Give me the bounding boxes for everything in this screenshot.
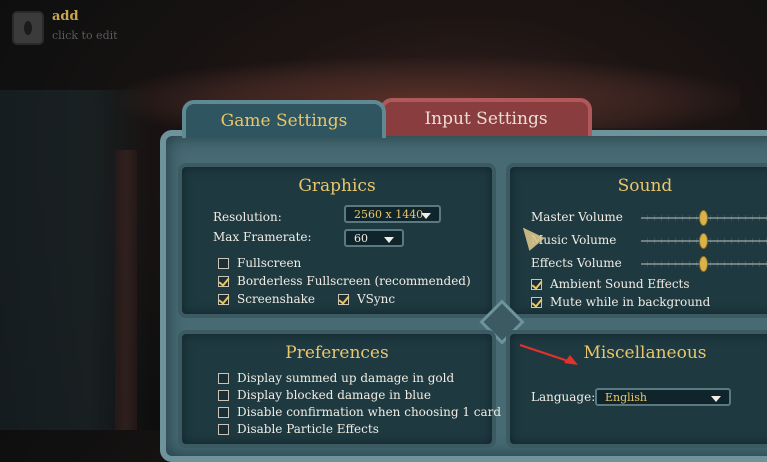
add-widget-button[interactable] [12, 11, 44, 45]
effects-volume-knob[interactable] [699, 256, 708, 272]
blocked-damage-label: Display blocked damage in blue [237, 388, 431, 402]
gem-icon [24, 21, 32, 35]
borderless-label: Borderless Fullscreen (recommended) [237, 274, 471, 288]
vsync-checkbox[interactable] [338, 294, 349, 305]
fullscreen-checkbox[interactable] [218, 258, 229, 269]
framerate-label: Max Framerate: [213, 230, 312, 244]
disable-confirm-checkbox[interactable] [218, 407, 229, 418]
mute-background-label: Mute while in background [550, 295, 711, 309]
borderless-checkbox[interactable] [218, 276, 229, 287]
chevron-down-icon [384, 237, 394, 243]
section-title-sound: Sound [617, 176, 673, 196]
tab-game-settings[interactable]: Game Settings [182, 100, 386, 138]
background-trunk [115, 150, 137, 430]
chevron-down-icon [421, 213, 431, 219]
language-dropdown[interactable]: English [595, 388, 731, 406]
resolution-label: Resolution: [213, 210, 282, 224]
chevron-down-icon [711, 396, 721, 402]
framerate-dropdown[interactable]: 60 [344, 229, 404, 247]
disable-confirm-label: Disable confirmation when choosing 1 car… [237, 405, 502, 419]
section-title-preferences: Preferences [285, 343, 389, 363]
ambient-sound-checkbox[interactable] [531, 279, 542, 290]
summed-damage-label: Display summed up damage in gold [237, 371, 455, 385]
ambient-sound-label: Ambient Sound Effects [550, 277, 690, 291]
screenshake-label: Screenshake [237, 292, 316, 306]
screenshake-checkbox[interactable] [218, 294, 229, 305]
music-volume-label: Music Volume [531, 233, 617, 247]
language-value: English [605, 390, 647, 404]
resolution-dropdown[interactable]: 2560 x 1440 [344, 205, 441, 223]
particle-effects-label: Disable Particle Effects [237, 422, 379, 436]
tab-input-settings[interactable]: Input Settings [380, 98, 592, 136]
summed-damage-checkbox[interactable] [218, 373, 229, 384]
section-title-graphics: Graphics [298, 176, 376, 196]
mute-background-checkbox[interactable] [531, 297, 542, 308]
add-widget-subtitle[interactable]: click to edit [52, 29, 118, 42]
blocked-damage-checkbox[interactable] [218, 390, 229, 401]
vsync-label: VSync [357, 292, 396, 306]
add-widget-title[interactable]: add [52, 9, 79, 24]
framerate-value: 60 [354, 231, 368, 245]
red-arrow-annotation-icon [519, 344, 578, 365]
music-volume-knob[interactable] [699, 233, 708, 249]
master-volume-label: Master Volume [531, 210, 623, 224]
master-volume-knob[interactable] [699, 210, 708, 226]
language-label: Language: [531, 390, 596, 404]
fullscreen-label: Fullscreen [237, 256, 302, 270]
resolution-value: 2560 x 1440 [354, 207, 424, 221]
effects-volume-label: Effects Volume [531, 256, 622, 270]
